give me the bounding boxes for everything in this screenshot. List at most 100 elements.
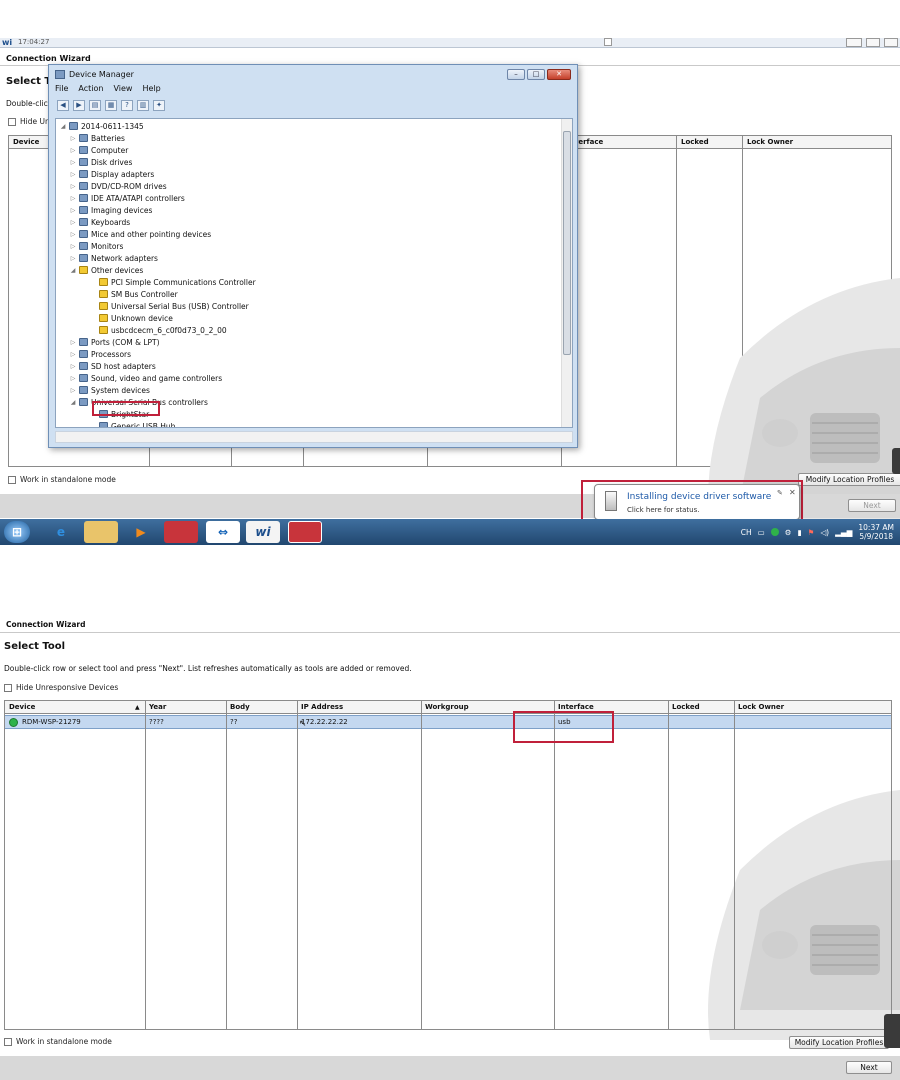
col-ip-address[interactable]: IP Address <box>301 703 343 711</box>
pin-icon[interactable]: ✎ <box>777 489 783 497</box>
tree-category[interactable]: ▷ Network adapters <box>70 252 158 264</box>
expand-icon[interactable]: ▷ <box>70 339 76 346</box>
hide-unresponsive-checkbox[interactable]: Hide Un <box>8 117 50 126</box>
tree-category[interactable]: ▷ Computer <box>70 144 129 156</box>
device-tray-icon[interactable]: ▮ <box>798 528 802 537</box>
scan-icon[interactable]: ✦ <box>153 99 165 111</box>
side-scroll-widget[interactable] <box>892 448 900 474</box>
col-locked[interactable]: Locked <box>681 138 709 146</box>
collapse-icon[interactable]: ◢ <box>70 399 76 406</box>
col-interface[interactable]: terface <box>575 138 603 146</box>
clock[interactable]: 10:37 AM 5/9/2018 <box>858 523 894 541</box>
tree-category[interactable]: ▷ Mice and other pointing devices <box>70 228 212 240</box>
tree-device[interactable]: usbcdcecm_6_c0f0d73_0_2_00 <box>90 324 227 336</box>
tree-device[interactable]: Generic USB Hub <box>90 420 175 427</box>
col-year[interactable]: Year <box>149 703 166 711</box>
expand-icon[interactable]: ▷ <box>70 171 76 178</box>
checkbox-box[interactable] <box>8 475 16 484</box>
explorer-icon[interactable] <box>84 521 118 543</box>
sort-ascending-icon[interactable]: ▲ <box>135 704 140 711</box>
next-button[interactable]: Next <box>848 499 896 512</box>
tree-device[interactable]: Unknown device <box>90 312 173 324</box>
checkbox-box[interactable] <box>4 683 12 692</box>
tree-category[interactable]: ▷ Keyboards <box>70 216 130 228</box>
back-icon[interactable]: ◀ <box>57 99 69 111</box>
list-icon[interactable]: ▥ <box>137 99 149 111</box>
driver-install-balloon[interactable]: Installing device driver software Click … <box>594 484 800 520</box>
modify-location-profiles-button[interactable]: Modify Location Profiles <box>798 473 900 486</box>
expand-icon[interactable]: ▷ <box>70 183 76 190</box>
window-restore-icon[interactable] <box>866 38 880 47</box>
col-workgroup[interactable]: Workgroup <box>425 703 469 711</box>
balloon-close-icon[interactable]: ✕ <box>789 488 796 497</box>
hide-unresponsive-checkbox[interactable]: Hide Unresponsive Devices <box>4 683 118 692</box>
side-scroll-widget[interactable] <box>884 1014 900 1048</box>
col-lock-owner[interactable]: Lock Owner <box>747 138 793 146</box>
expand-icon[interactable]: ▷ <box>70 363 76 370</box>
expand-icon[interactable]: ▷ <box>70 255 76 262</box>
menu-view[interactable]: View <box>113 84 132 93</box>
maximize-icon[interactable]: □ <box>527 69 545 80</box>
wi-app-icon[interactable]: wi <box>246 521 280 543</box>
tree-category[interactable]: ▷ Imaging devices <box>70 204 153 216</box>
tree-scrollbar[interactable] <box>561 119 572 427</box>
minimize-icon[interactable]: – <box>507 69 525 80</box>
tree-category[interactable]: ▷ Sound, video and game controllers <box>70 372 222 384</box>
tree-category[interactable]: ▷ Disk drives <box>70 156 133 168</box>
tree-category[interactable]: ▷ Batteries <box>70 132 125 144</box>
start-orb-icon[interactable]: ⊞ <box>4 521 30 543</box>
col-device[interactable]: Device <box>13 138 39 146</box>
next-button[interactable]: Next <box>846 1061 892 1074</box>
tool-grid[interactable]: Device ▲ Year Body IP Address Workgroup … <box>4 700 892 1030</box>
volume-icon[interactable]: ◁) <box>820 528 829 537</box>
expand-icon[interactable]: ▷ <box>70 375 76 382</box>
tree-category[interactable]: ▷ Display adapters <box>70 168 155 180</box>
update-icon[interactable]: ▦ <box>105 99 117 111</box>
expand-icon[interactable]: ▷ <box>70 207 76 214</box>
menu-action[interactable]: Action <box>78 84 103 93</box>
tree-device[interactable]: Universal Serial Bus (USB) Controller <box>90 300 249 312</box>
collapse-icon[interactable]: ◢ <box>60 123 66 130</box>
menu-file[interactable]: File <box>55 84 68 93</box>
standalone-checkbox[interactable]: Work in standalone mode <box>8 475 116 484</box>
toolbox-icon-2[interactable] <box>288 521 322 543</box>
flag-icon[interactable]: ⚑ <box>808 528 815 537</box>
status-green-icon[interactable] <box>770 528 779 536</box>
standalone-checkbox[interactable]: Work in standalone mode <box>4 1037 112 1046</box>
topbar-document-icon[interactable] <box>604 38 612 46</box>
gear-icon[interactable]: ⚙ <box>785 528 792 537</box>
toolbox-icon[interactable] <box>164 521 198 543</box>
properties-icon[interactable]: ▤ <box>89 99 101 111</box>
expand-icon[interactable]: ▷ <box>70 387 76 394</box>
checkbox-box[interactable] <box>4 1037 12 1046</box>
window-minimize-icon[interactable] <box>846 38 862 47</box>
tree-category[interactable]: ▷ Monitors <box>70 240 124 252</box>
expand-icon[interactable]: ▷ <box>70 219 76 226</box>
col-body[interactable]: Body <box>230 703 250 711</box>
modify-location-profiles-button[interactable]: Modify Location Profiles <box>789 1036 889 1049</box>
device-tree[interactable]: ◢ 2014-0611-1345 ▷ Batteries ▷ Computer ▷ Dis… <box>55 118 573 428</box>
keyboard-icon[interactable]: ▭ <box>758 528 765 537</box>
expand-icon[interactable]: ▷ <box>70 159 76 166</box>
media-player-icon[interactable]: ▶ <box>124 521 158 543</box>
col-device[interactable]: Device <box>9 703 35 711</box>
tree-category[interactable]: ▷ System devices <box>70 384 150 396</box>
tree-category[interactable]: ▷ Ports (COM & LPT) <box>70 336 160 348</box>
device-manager-window[interactable]: Device Manager – □ ✕ File Action View He… <box>48 64 578 448</box>
col-interface[interactable]: Interface <box>558 703 594 711</box>
tree-category[interactable]: ▷ DVD/CD-ROM drives <box>70 180 167 192</box>
help-icon[interactable]: ? <box>121 99 133 111</box>
tree-category[interactable]: ▷ Processors <box>70 348 131 360</box>
expand-icon[interactable]: ▷ <box>70 231 76 238</box>
expand-icon[interactable]: ▷ <box>70 351 76 358</box>
table-row[interactable]: RDM-WSP-21279 ???? ?? 172.22.22.22 usb <box>5 715 891 729</box>
tree-category[interactable]: ◢ Other devices <box>70 264 144 276</box>
menu-help[interactable]: Help <box>142 84 160 93</box>
expand-icon[interactable]: ▷ <box>70 135 76 142</box>
collapse-icon[interactable]: ◢ <box>70 267 76 274</box>
forward-icon[interactable]: ▶ <box>73 99 85 111</box>
tree-device[interactable]: PCI Simple Communications Controller <box>90 276 256 288</box>
teamviewer-icon[interactable]: ⇔ <box>206 521 240 543</box>
network-icon[interactable]: ▂▄▆ <box>835 528 852 537</box>
tree-category[interactable]: ▷ SD host adapters <box>70 360 156 372</box>
